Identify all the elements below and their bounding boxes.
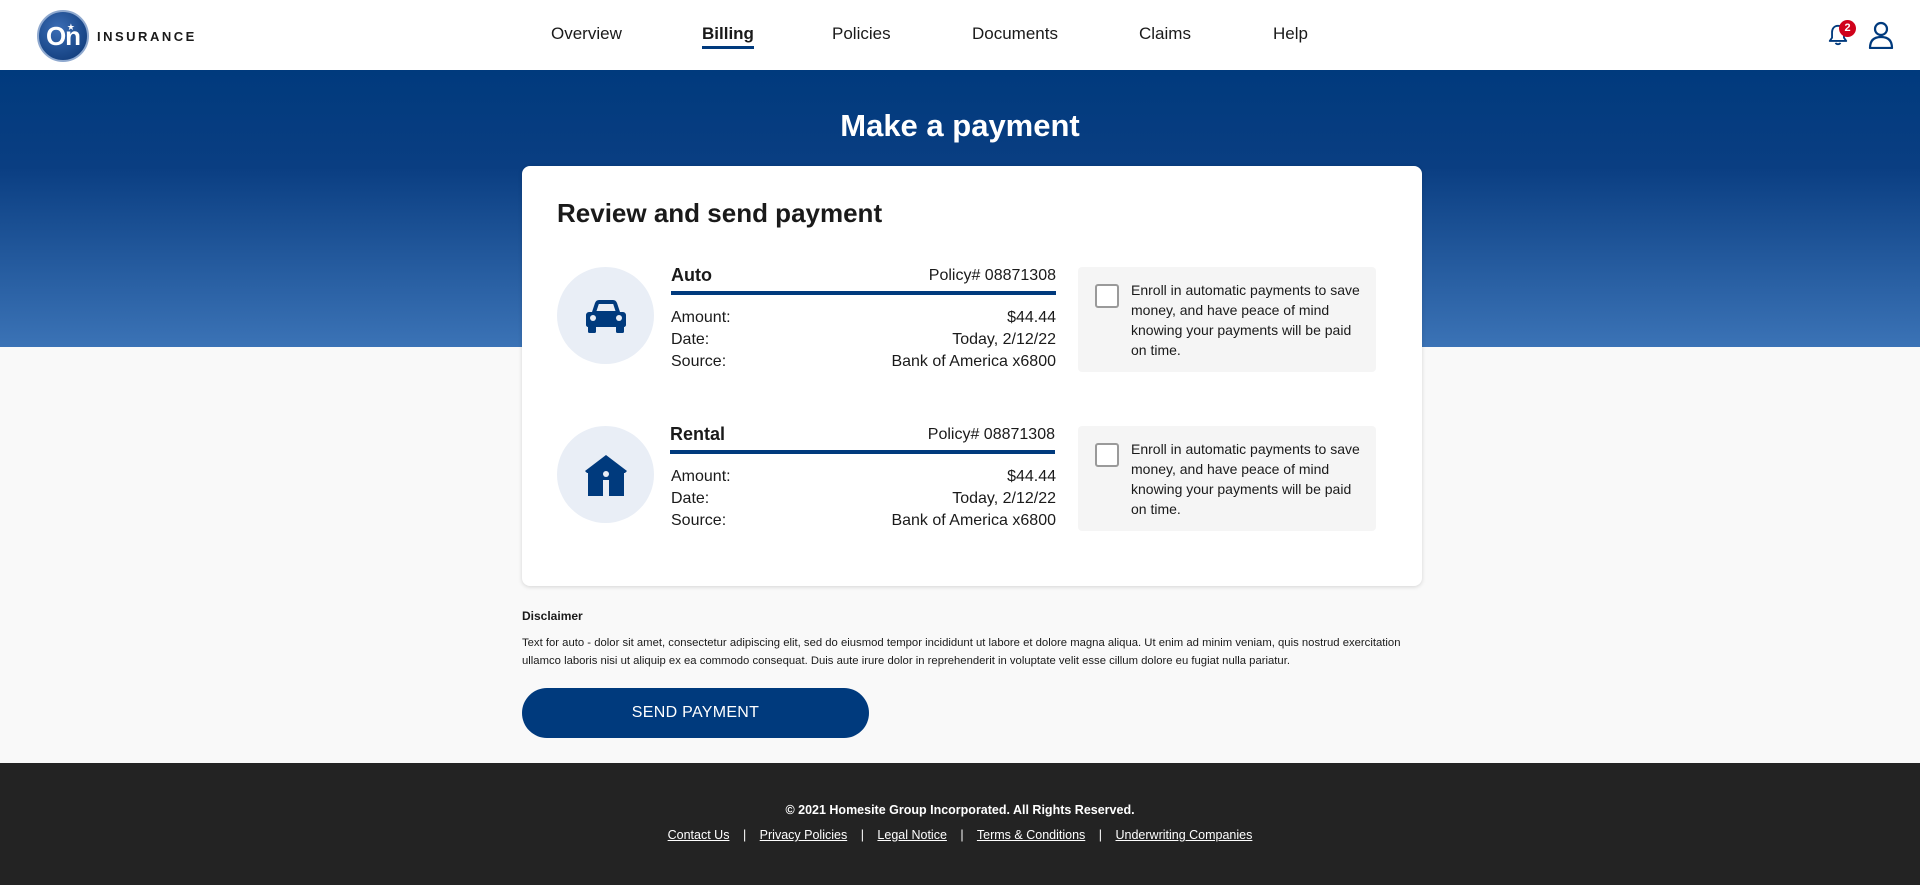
autopay-checkbox[interactable] bbox=[1095, 284, 1119, 308]
page-footer: © 2021 Homesite Group Incorporated. All … bbox=[0, 763, 1920, 885]
main-nav: Overview Billing Policies Documents Clai… bbox=[0, 0, 1920, 70]
source-label: Source: bbox=[671, 512, 727, 529]
amount-label: Amount: bbox=[671, 309, 731, 326]
payment-review-card: Review and send payment Auto Policy# 088… bbox=[522, 166, 1422, 586]
date-label: Date: bbox=[671, 490, 710, 507]
footer-separator: | bbox=[960, 828, 964, 842]
nav-help[interactable]: Help bbox=[1273, 24, 1308, 44]
payment-item-auto: Auto Policy# 08871308 Amount: $44.44 Dat… bbox=[522, 265, 1422, 377]
notification-badge: 2 bbox=[1839, 20, 1856, 37]
nav-claims[interactable]: Claims bbox=[1139, 24, 1191, 44]
page-title: Make a payment bbox=[840, 108, 1080, 143]
payment-header: Rental Policy# 08871308 bbox=[670, 424, 1055, 454]
date-value: Today, 2/12/22 bbox=[952, 331, 1056, 348]
disclaimer-title: Disclaimer bbox=[522, 609, 583, 623]
date-label: Date: bbox=[671, 331, 710, 348]
user-icon[interactable] bbox=[1868, 21, 1894, 49]
card-title: Review and send payment bbox=[557, 198, 883, 228]
terms-conditions-link[interactable]: Terms & Conditions bbox=[977, 828, 1085, 842]
car-icon bbox=[585, 299, 626, 333]
policy-type: Auto bbox=[671, 265, 712, 285]
copyright-text: © 2021 Homesite Group Incorporated. All … bbox=[785, 803, 1135, 817]
amount-value: $44.44 bbox=[1007, 309, 1056, 326]
disclaimer-text: Text for auto - dolor sit amet, consecte… bbox=[522, 637, 1401, 667]
autopay-enroll-box: Enroll in automatic payments to save mon… bbox=[1078, 267, 1376, 372]
autopay-text: Enroll in automatic payments to save mon… bbox=[1131, 441, 1360, 517]
top-header: On ★ INSURANCE Overview Billing Policies… bbox=[0, 0, 1920, 70]
nav-documents[interactable]: Documents bbox=[972, 24, 1058, 44]
footer-links: Contact Us | Privacy Policies | Legal No… bbox=[0, 828, 1920, 842]
autopay-enroll-box: Enroll in automatic payments to save mon… bbox=[1078, 426, 1376, 531]
amount-value: $44.44 bbox=[1007, 468, 1056, 485]
autopay-checkbox[interactable] bbox=[1095, 443, 1119, 467]
car-icon-circle bbox=[557, 267, 654, 364]
house-icon-circle bbox=[557, 426, 654, 523]
house-icon bbox=[584, 454, 627, 496]
source-value: Bank of America x6800 bbox=[891, 353, 1056, 370]
policy-number: Policy# 08871308 bbox=[927, 426, 1055, 443]
nav-policies[interactable]: Policies bbox=[832, 24, 891, 44]
send-payment-button[interactable]: SEND PAYMENT bbox=[522, 688, 869, 738]
footer-separator: | bbox=[742, 828, 747, 842]
source-label: Source: bbox=[671, 353, 727, 370]
privacy-policies-link[interactable]: Privacy Policies bbox=[760, 828, 848, 842]
nav-overview[interactable]: Overview bbox=[551, 24, 622, 44]
autopay-text: Enroll in automatic payments to save mon… bbox=[1131, 282, 1360, 358]
payment-header: Auto Policy# 08871308 bbox=[671, 265, 1056, 295]
contact-us-link[interactable]: Contact Us bbox=[668, 828, 730, 842]
underwriting-companies-link[interactable]: Underwriting Companies bbox=[1116, 828, 1253, 842]
footer-separator: | bbox=[860, 828, 864, 842]
date-value: Today, 2/12/22 bbox=[952, 490, 1056, 507]
footer-separator: | bbox=[1098, 828, 1103, 842]
legal-notice-link[interactable]: Legal Notice bbox=[877, 828, 947, 842]
policy-type: Rental bbox=[670, 424, 726, 444]
amount-label: Amount: bbox=[671, 468, 731, 485]
payment-item-rental: Rental Policy# 08871308 Amount: $44.44 D… bbox=[522, 424, 1422, 536]
source-value: Bank of America x6800 bbox=[891, 512, 1056, 529]
policy-number: Policy# 08871308 bbox=[928, 267, 1056, 284]
nav-billing[interactable]: Billing bbox=[702, 24, 754, 49]
